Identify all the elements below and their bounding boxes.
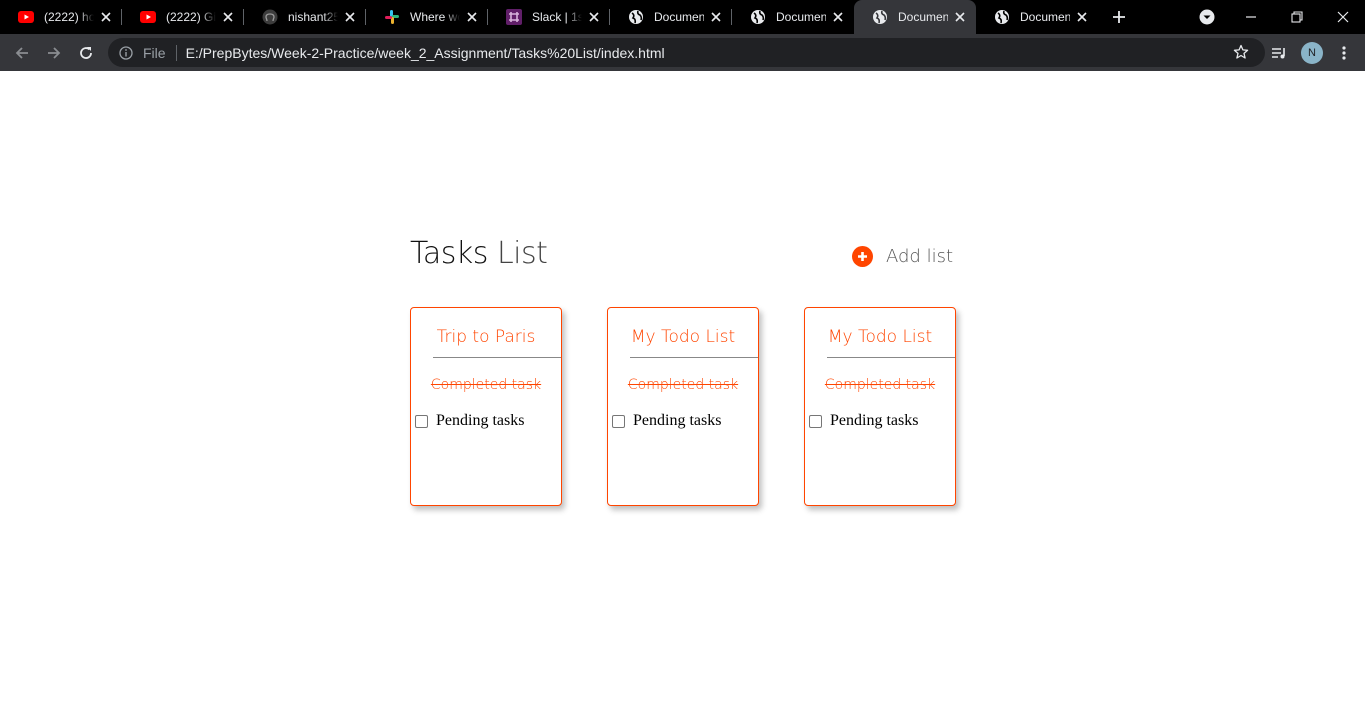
- completed-task[interactable]: Completed task: [411, 377, 561, 393]
- browser-tab[interactable]: nishant250: [244, 0, 366, 34]
- back-button[interactable]: [9, 40, 35, 66]
- restore-icon: [1291, 11, 1303, 23]
- kebab-menu-icon: [1342, 46, 1346, 60]
- card-title: Trip to Paris: [436, 327, 536, 347]
- title-divider: [827, 357, 955, 358]
- tab-title: Where wor: [410, 10, 460, 24]
- pending-task: Pending tasks: [809, 412, 918, 430]
- arrow-right-icon: [48, 47, 61, 59]
- task-lists: Trip to Paris Completed task Pending tas…: [410, 307, 956, 506]
- close-icon[interactable]: [220, 9, 236, 25]
- browser-tab[interactable]: Where wor: [366, 0, 488, 34]
- tab-title: (2222) Git: [166, 10, 216, 24]
- browser-tab[interactable]: (2222) how: [0, 0, 122, 34]
- browser-tab[interactable]: (2222) Git: [122, 0, 244, 34]
- title-light: List: [496, 236, 548, 271]
- completed-task[interactable]: Completed task: [805, 377, 955, 393]
- media-control-button[interactable]: [1266, 40, 1292, 66]
- close-icon[interactable]: [98, 9, 114, 25]
- star-icon[interactable]: [1233, 44, 1249, 60]
- youtube-icon: [140, 9, 156, 25]
- title-divider: [433, 357, 561, 358]
- globe-icon: [994, 9, 1010, 25]
- globe-icon: [628, 9, 644, 25]
- pending-task-label: Pending tasks: [436, 412, 525, 429]
- task-list-card: My Todo List Completed task Pending task…: [607, 307, 759, 506]
- tab-title: Slack | 1st-: [532, 10, 582, 24]
- globe-icon: [750, 9, 766, 25]
- chevron-down-icon: [1199, 9, 1215, 25]
- close-icon[interactable]: [464, 9, 480, 25]
- close-icon: [1337, 11, 1349, 23]
- scheme-label: File: [143, 44, 166, 61]
- close-icon[interactable]: [830, 9, 846, 25]
- tab-title: Document: [898, 10, 948, 24]
- completed-task[interactable]: Completed task: [608, 377, 758, 393]
- close-icon[interactable]: [952, 9, 968, 25]
- page-viewport: Tasks List Add list Trip to Paris Comple…: [0, 71, 1365, 714]
- page-title: Tasks List: [410, 236, 548, 271]
- title-divider: [630, 357, 758, 358]
- pending-task: Pending tasks: [612, 412, 721, 430]
- queue-music-icon: [1272, 48, 1285, 59]
- close-icon[interactable]: [708, 9, 724, 25]
- close-icon[interactable]: [342, 9, 358, 25]
- url-text[interactable]: E:/PrepBytes/Week-2-Practice/week_2_Assi…: [186, 45, 665, 61]
- task-list-card: Trip to Paris Completed task Pending tas…: [410, 307, 562, 506]
- restore-button[interactable]: [1282, 0, 1312, 34]
- avatar[interactable]: N: [1301, 42, 1323, 64]
- reload-icon: [80, 47, 92, 59]
- add-list-button[interactable]: Add list: [852, 246, 953, 267]
- forward-button[interactable]: [41, 40, 67, 66]
- card-title: My Todo List: [827, 327, 933, 347]
- reload-button[interactable]: [73, 40, 99, 66]
- minimize-icon: [1246, 16, 1256, 18]
- browser-tab[interactable]: Document: [732, 0, 854, 34]
- title-strong: Tasks: [410, 236, 488, 271]
- arrow-left-icon: [15, 47, 28, 59]
- close-icon[interactable]: [586, 9, 602, 25]
- browser-toolbar: File E:/PrepBytes/Week-2-Practice/week_2…: [0, 34, 1365, 71]
- browser-tab-active[interactable]: Document: [854, 0, 976, 34]
- globe-icon: [872, 9, 888, 25]
- new-tab-button[interactable]: [1102, 0, 1136, 34]
- address-bar[interactable]: File E:/PrepBytes/Week-2-Practice/week_2…: [108, 38, 1265, 67]
- plus-circle-icon: [852, 246, 873, 267]
- browser-tab[interactable]: Slack | 1st-: [488, 0, 610, 34]
- youtube-icon: [18, 9, 34, 25]
- task-list-card: My Todo List Completed task Pending task…: [804, 307, 956, 506]
- tab-title: Document: [776, 10, 826, 24]
- pending-task: Pending tasks: [415, 412, 524, 430]
- add-list-label: Add list: [886, 246, 954, 267]
- minimize-button[interactable]: [1236, 0, 1266, 34]
- pending-task-label: Pending tasks: [830, 412, 919, 429]
- browser-tab[interactable]: Document: [610, 0, 732, 34]
- tab-title: Document: [654, 10, 704, 24]
- close-icon[interactable]: [1074, 9, 1090, 25]
- close-window-button[interactable]: [1328, 0, 1358, 34]
- task-checkbox[interactable]: [415, 414, 428, 428]
- tab-strip: (2222) how (2222) Git nishant250 Where w…: [0, 0, 1365, 34]
- task-checkbox[interactable]: [809, 414, 822, 428]
- menu-button[interactable]: [1331, 40, 1357, 66]
- tab-title: (2222) how: [44, 10, 94, 24]
- address-divider: [175, 44, 177, 61]
- plus-icon: [1113, 11, 1125, 23]
- tab-search-button[interactable]: [1196, 0, 1218, 34]
- task-checkbox[interactable]: [612, 414, 625, 428]
- browser-tab[interactable]: Document: [976, 0, 1098, 34]
- tab-title: nishant250: [288, 10, 338, 24]
- github-icon: [262, 9, 278, 25]
- card-title: My Todo List: [630, 327, 736, 347]
- slack-icon: [384, 9, 400, 25]
- pending-task-label: Pending tasks: [633, 412, 722, 429]
- tab-title: Document: [1020, 10, 1070, 24]
- info-icon[interactable]: [118, 45, 134, 61]
- slack-workspace-icon: [506, 9, 522, 25]
